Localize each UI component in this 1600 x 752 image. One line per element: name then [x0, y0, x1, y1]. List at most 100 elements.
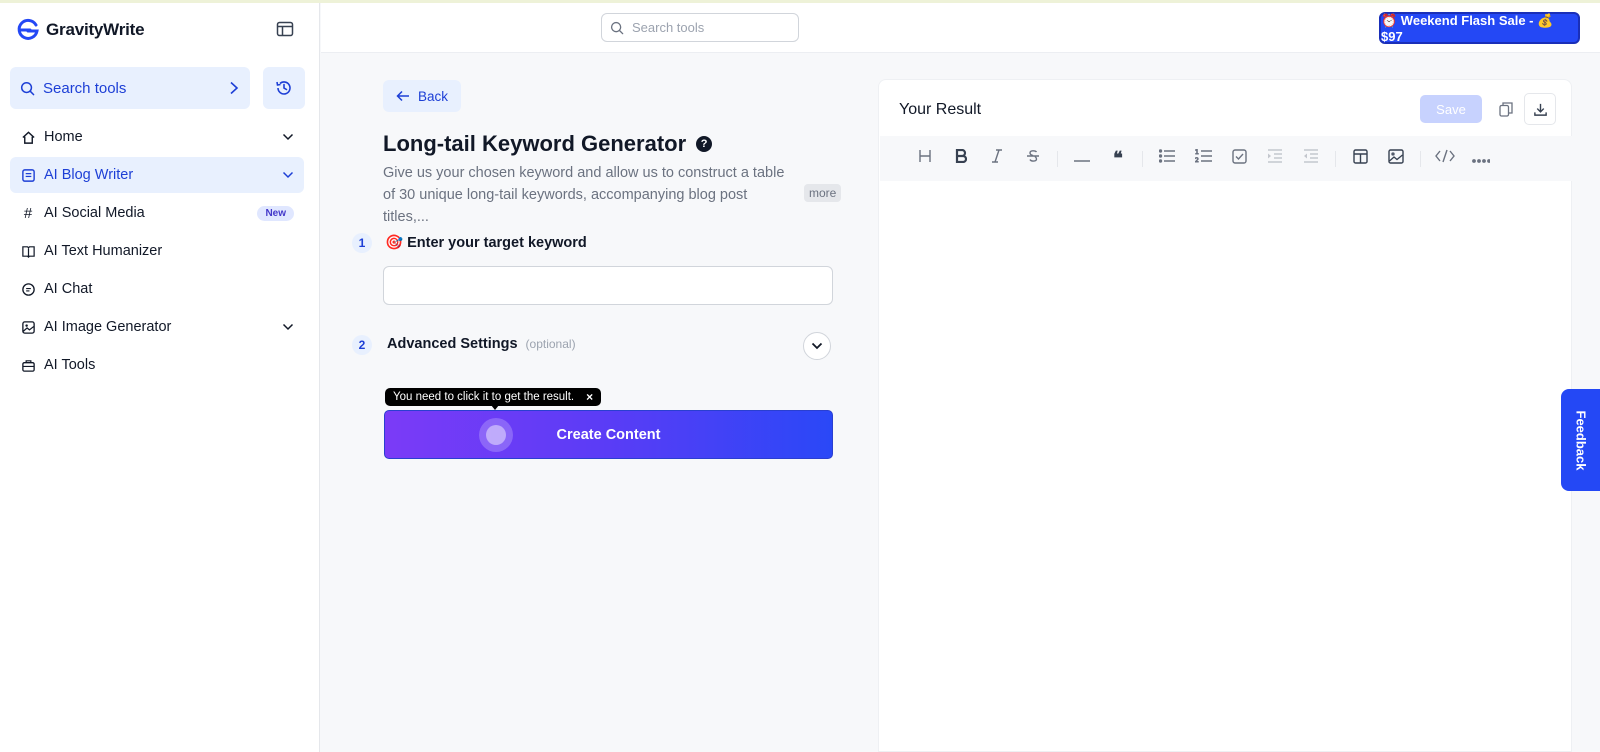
result-title: Your Result — [899, 101, 982, 118]
brand-name: GravityWrite — [46, 20, 145, 39]
chevron-down-icon — [282, 171, 294, 179]
sidebar-item-ai-text-humanizer[interactable]: AI Text Humanizer — [10, 233, 304, 269]
strikethrough-icon — [1026, 149, 1040, 168]
history-button[interactable] — [263, 67, 305, 109]
sidebar-item-ai-chat[interactable]: AI Chat — [10, 271, 304, 307]
toolbar-divider — [1335, 150, 1336, 167]
blockquote-button[interactable]: ❝ — [1100, 144, 1136, 174]
sidebar-item-label: AI Tools — [44, 357, 96, 373]
more-options-button[interactable] — [1463, 144, 1499, 174]
ordered-list-button[interactable]: 12 — [1185, 144, 1221, 174]
book-icon — [20, 243, 36, 259]
back-button[interactable]: Back — [383, 80, 461, 112]
create-content-tooltip: You need to click it to get the result. … — [385, 388, 602, 406]
toolbar-divider — [1420, 150, 1421, 167]
hash-icon: # — [23, 204, 33, 222]
chevron-down-icon — [282, 323, 294, 331]
target-keyword-input[interactable] — [383, 266, 833, 305]
outdent-button[interactable] — [1293, 144, 1329, 174]
bullet-list-button[interactable] — [1149, 144, 1185, 174]
insert-image-button[interactable] — [1378, 144, 1414, 174]
header-search-input[interactable] — [632, 20, 782, 35]
gravitywrite-logo-icon — [17, 18, 39, 40]
briefcase-icon — [20, 357, 36, 373]
result-panel: Your Result Save ❝ 12 — [878, 79, 1572, 752]
tooltip-text: You need to click it to get the result. — [393, 391, 575, 403]
code-icon — [1435, 149, 1455, 168]
step-1-label-text: 🎯 Enter your target keyword — [385, 235, 587, 251]
help-icon[interactable]: ? — [696, 136, 713, 152]
click-indicator-icon — [479, 418, 513, 452]
sidebar-item-ai-blog-writer[interactable]: AI Blog Writer — [10, 157, 304, 193]
more-button[interactable]: more — [804, 184, 842, 202]
italic-button[interactable] — [979, 144, 1015, 174]
page-title: Long-tail Keyword Generator ? — [383, 131, 713, 157]
indent-icon — [1267, 149, 1283, 168]
step-2-label: Advanced Settings (optional) — [387, 336, 576, 352]
feedback-label: Feedback — [1573, 410, 1589, 470]
brand[interactable]: GravityWrite — [16, 15, 145, 45]
weekend-flash-sale-button[interactable]: ⏰ Weekend Flash Sale - 💰 $97 — [1379, 12, 1580, 44]
bold-icon — [955, 148, 968, 168]
sidebar-item-label: AI Image Generator — [44, 319, 172, 335]
sidebar: GravityWrite Search tools Home AI Blog W… — [0, 3, 320, 752]
horizontal-rule-button[interactable] — [1064, 144, 1100, 174]
close-icon[interactable]: × — [586, 390, 593, 404]
sidebar-item-label: AI Social Media — [44, 205, 145, 221]
bullet-list-icon — [1158, 149, 1175, 168]
sidebar-item-ai-social-media[interactable]: # AI Social Media New — [10, 195, 304, 231]
sidebar-item-home[interactable]: Home — [10, 119, 304, 155]
chevron-right-icon — [230, 81, 239, 95]
search-icon — [610, 21, 624, 34]
sidebar-search-label: Search tools — [43, 79, 127, 97]
sidebar-item-label: AI Blog Writer — [44, 167, 134, 183]
home-icon — [20, 129, 36, 145]
history-icon — [276, 81, 291, 95]
tool-description: Give us your chosen keyword and allow us… — [383, 165, 785, 225]
advanced-settings-expand-button[interactable] — [803, 332, 831, 360]
sidebar-collapse-button[interactable] — [274, 18, 296, 40]
step-1-number: 1 — [352, 233, 372, 253]
code-button[interactable] — [1427, 144, 1463, 174]
step-2-label-text: Advanced Settings — [387, 336, 518, 352]
sidebar-nav: Home AI Blog Writer # AI Social Media Ne… — [10, 119, 304, 385]
sidebar-item-label: AI Text Humanizer — [44, 243, 163, 259]
header-search[interactable] — [601, 13, 799, 42]
sidebar-item-ai-image-generator[interactable]: AI Image Generator — [10, 309, 304, 345]
step-1-label: 🎯 Enter your target keyword — [385, 234, 587, 251]
image-icon — [20, 319, 36, 335]
checkbox-icon — [1231, 148, 1247, 169]
download-button[interactable] — [1524, 93, 1556, 125]
save-button[interactable]: Save — [1420, 95, 1482, 123]
copy-button[interactable] — [1493, 96, 1519, 122]
svg-text:1: 1 — [1195, 149, 1199, 156]
heading-button[interactable] — [907, 144, 943, 174]
table-icon — [1352, 148, 1368, 169]
feedback-tab[interactable]: Feedback — [1561, 389, 1600, 491]
create-content-button[interactable]: Create Content — [384, 410, 833, 459]
search-icon — [20, 81, 35, 95]
document-icon — [20, 167, 36, 183]
horizontal-rule-icon — [1074, 150, 1090, 168]
table-button[interactable] — [1342, 144, 1378, 174]
sidebar-item-label: AI Chat — [44, 281, 93, 297]
sidebar-item-ai-tools[interactable]: AI Tools — [10, 347, 304, 383]
sidebar-search-button[interactable]: Search tools — [10, 67, 250, 109]
strikethrough-button[interactable] — [1015, 144, 1051, 174]
new-badge: New — [257, 205, 294, 221]
ordered-list-icon: 12 — [1194, 148, 1212, 169]
quote-icon: ❝ — [1113, 148, 1123, 169]
download-icon — [1533, 103, 1547, 116]
heading-icon — [918, 149, 932, 168]
image-icon — [1388, 148, 1404, 169]
chevron-down-icon — [811, 342, 823, 350]
task-list-button[interactable] — [1221, 144, 1257, 174]
step-2-number: 2 — [352, 335, 372, 355]
top-header: ⏰ Weekend Flash Sale - 💰 $97 — [321, 3, 1600, 53]
indent-button[interactable] — [1257, 144, 1293, 174]
toolbar-divider — [1057, 150, 1058, 167]
svg-text:2: 2 — [1195, 157, 1199, 164]
create-content-label: Create Content — [556, 426, 661, 443]
bold-button[interactable] — [943, 144, 979, 174]
copy-icon — [1499, 101, 1513, 117]
